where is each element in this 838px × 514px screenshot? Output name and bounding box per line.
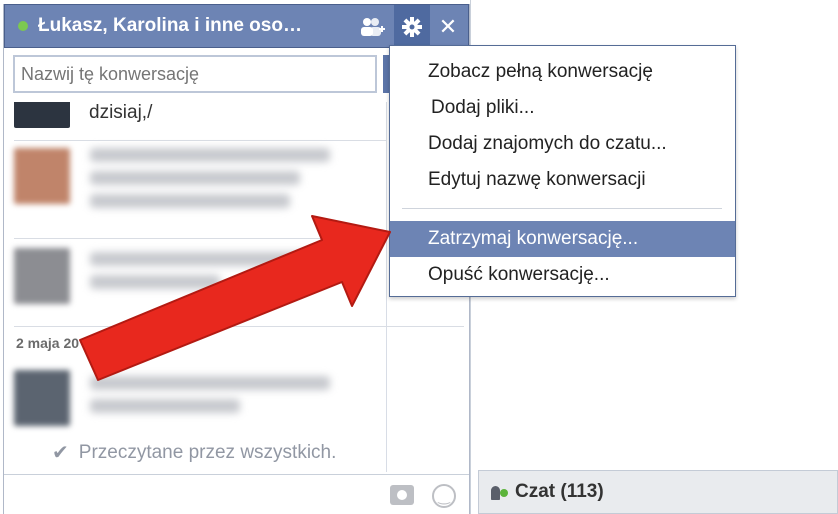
menu-item-view-full-conversation[interactable]: Zobacz pełną konwersację <box>390 54 735 90</box>
online-status-icon <box>18 21 28 31</box>
annotation-arrow-icon <box>79 215 391 381</box>
conversation-name-input[interactable] <box>13 55 377 93</box>
menu-item-leave-conversation[interactable]: Opuść konwersację... <box>390 257 735 293</box>
avatar <box>14 148 70 204</box>
online-friends-icon <box>489 482 509 502</box>
menu-separator <box>402 208 722 209</box>
menu-item-add-friends[interactable]: Dodaj znajomych do czatu... <box>390 126 735 162</box>
chat-title[interactable]: Łukasz, Karolina i inne oso… <box>38 15 343 37</box>
read-receipt-text: Przeczytane przez wszystkich. <box>78 441 337 463</box>
chat-sidebar-bar[interactable]: Czat (113) <box>478 470 838 514</box>
gear-icon[interactable] <box>394 5 430 49</box>
menu-item-add-files[interactable]: Dodaj pliki... <box>390 90 735 126</box>
message-text: dzisiaj,/ <box>89 102 153 123</box>
list-item <box>14 148 330 217</box>
blurred-message <box>90 148 330 217</box>
menu-item-stop-conversation[interactable]: Zatrzymaj konwersację... <box>390 221 735 257</box>
emoji-icon[interactable]: ‿ <box>432 484 456 508</box>
menu-item-edit-name[interactable]: Edytuj nazwę konwersacji <box>390 162 735 198</box>
close-icon[interactable]: ✕ <box>430 5 466 49</box>
chat-header[interactable]: Łukasz, Karolina i inne oso… ✕ <box>4 4 469 49</box>
read-receipt: ✔ Przeczytane przez wszystkich. <box>52 440 336 465</box>
check-icon: ✔ <box>52 442 69 464</box>
add-people-icon[interactable] <box>355 5 391 49</box>
message-divider <box>14 140 386 141</box>
conversation-options-menu: Zobacz pełną konwersację Dodaj pliki... … <box>389 45 736 297</box>
list-item <box>14 102 70 128</box>
camera-icon[interactable] <box>390 485 414 505</box>
avatar <box>14 102 70 128</box>
chat-count-label: Czat (113) <box>515 481 604 502</box>
message-composer[interactable]: ‿ <box>4 474 469 514</box>
